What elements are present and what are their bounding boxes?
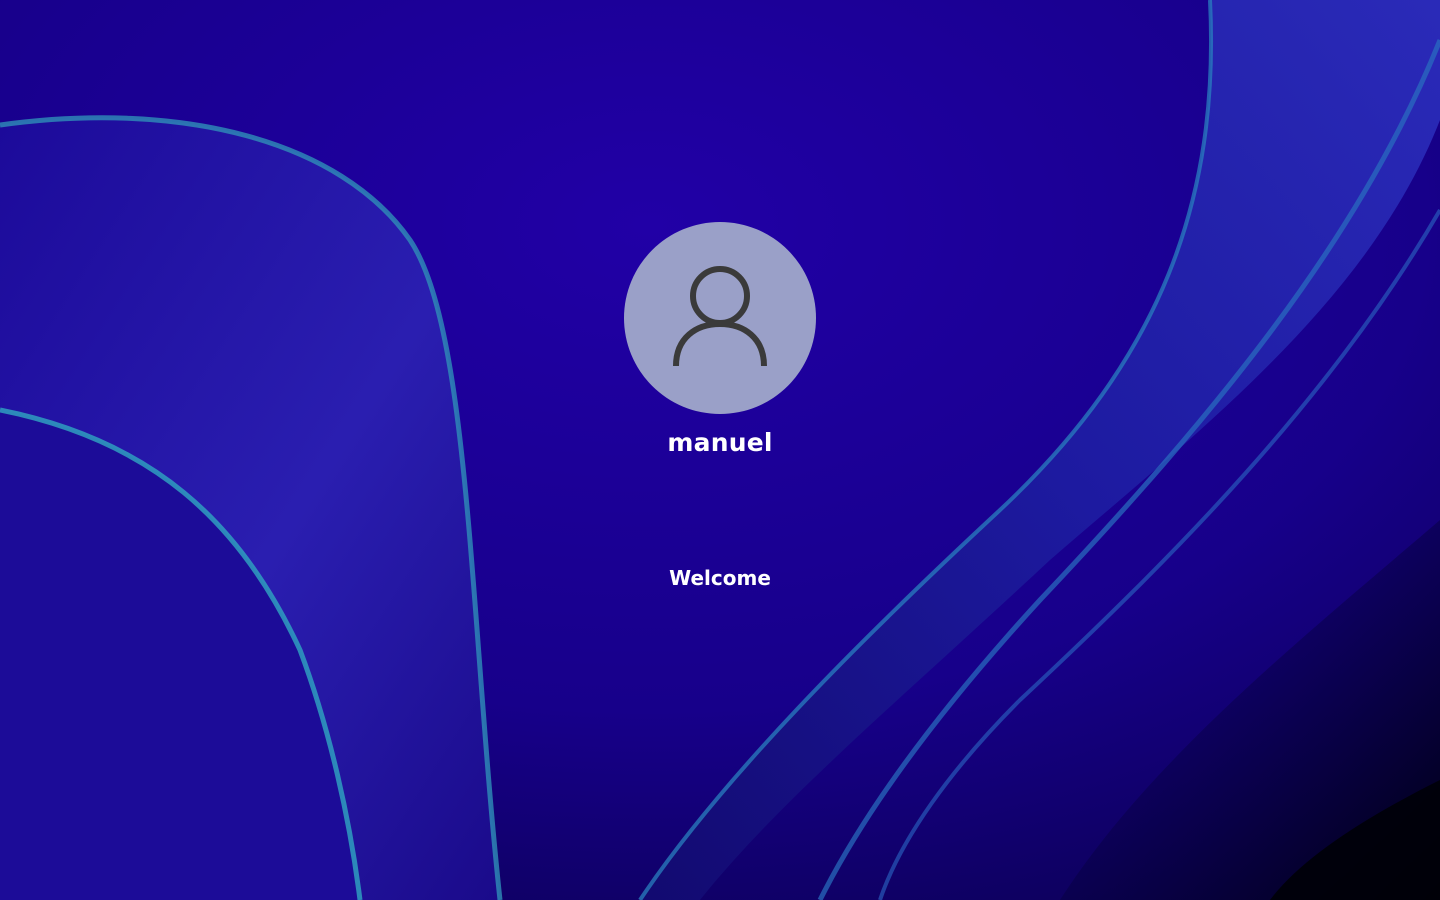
lock-screen: manuel Welcome	[0, 0, 1440, 900]
user-silhouette-icon	[673, 266, 767, 367]
user-name: manuel	[667, 428, 773, 457]
user-avatar[interactable]	[624, 222, 816, 414]
welcome-status-text: Welcome	[669, 566, 771, 590]
